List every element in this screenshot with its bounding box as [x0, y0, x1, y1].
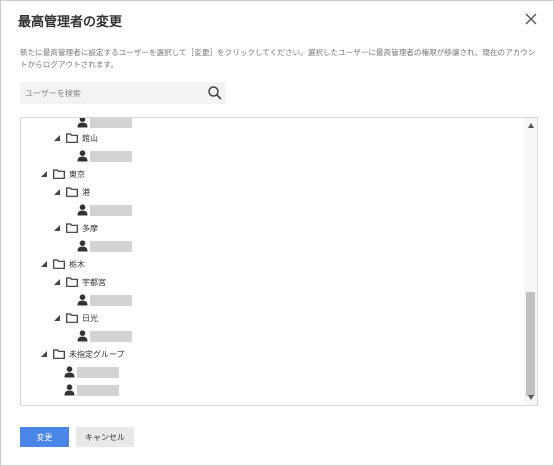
user-name-redacted — [90, 118, 132, 128]
expand-triangle-icon[interactable] — [41, 261, 47, 267]
folder-icon — [53, 169, 65, 179]
scroll-up-icon[interactable] — [528, 123, 534, 128]
user-icon — [77, 204, 88, 216]
expand-triangle-icon[interactable] — [54, 315, 60, 321]
search-icon[interactable] — [207, 85, 223, 101]
folder-label: 多摩 — [82, 223, 98, 233]
expand-triangle-icon[interactable] — [41, 351, 47, 357]
user-icon — [77, 118, 88, 128]
user-icon — [64, 384, 75, 396]
folder-icon — [66, 313, 78, 323]
tree-user-row[interactable] — [64, 365, 119, 379]
scroll-down-icon[interactable] — [528, 395, 534, 400]
tree-folder-row[interactable]: 港 — [54, 185, 90, 199]
expand-triangle-icon[interactable] — [41, 171, 47, 177]
scrollbar-thumb[interactable] — [526, 292, 535, 396]
expand-triangle-icon[interactable] — [54, 135, 60, 141]
tree-scrollbar[interactable] — [524, 118, 537, 405]
close-icon[interactable] — [523, 11, 539, 27]
folder-label: 港 — [82, 187, 90, 197]
tree-user-row[interactable] — [64, 383, 119, 397]
folder-icon — [66, 133, 78, 143]
user-name-redacted — [90, 204, 132, 216]
expand-triangle-icon[interactable] — [54, 225, 60, 231]
folder-label: 宇都宮 — [82, 277, 106, 287]
tree-user-row[interactable] — [77, 203, 132, 217]
tree-folder-row[interactable]: 多摩 — [54, 221, 98, 235]
folder-icon — [53, 259, 65, 269]
folder-label: 未指定グループ — [69, 349, 125, 359]
user-search — [20, 82, 226, 104]
expand-triangle-icon[interactable] — [54, 189, 60, 195]
folder-label: 館山 — [82, 133, 98, 143]
folder-icon — [66, 187, 78, 197]
folder-label: 栃木 — [69, 259, 85, 269]
user-name-redacted — [90, 240, 132, 252]
folder-label: 東京 — [69, 169, 85, 179]
tree-folder-row[interactable]: 館山 — [54, 131, 98, 145]
tree-folder-row[interactable]: 東京 — [41, 167, 85, 181]
tree-user-row[interactable] — [77, 149, 132, 163]
dialog-description: 新たに最高管理者に設定するユーザーを選択して［変更］をクリックしてください。選択… — [20, 48, 536, 69]
tree-user-row[interactable] — [77, 293, 132, 307]
user-icon — [64, 366, 75, 378]
folder-icon — [53, 349, 65, 359]
user-icon — [77, 240, 88, 252]
user-icon — [77, 294, 88, 306]
folder-label: 日光 — [82, 313, 98, 323]
user-name-redacted — [77, 366, 119, 378]
dialog-title: 最高管理者の変更 — [18, 15, 123, 30]
user-name-redacted — [90, 330, 132, 342]
tree-user-row[interactable] — [77, 329, 132, 343]
tree-folder-row[interactable]: 栃木 — [41, 257, 85, 271]
user-name-redacted — [90, 294, 132, 306]
tree-folder-row[interactable]: 日光 — [54, 311, 98, 325]
tree-folder-row[interactable]: 未指定グループ — [41, 347, 125, 361]
tree-folder-row[interactable]: 宇都宮 — [54, 275, 106, 289]
admin-change-dialog: 最高管理者の変更 新たに最高管理者に設定するユーザーを選択して［変更］をクリック… — [0, 0, 554, 466]
change-button[interactable]: 変更 — [20, 427, 69, 447]
folder-icon — [66, 277, 78, 287]
expand-triangle-icon[interactable] — [54, 279, 60, 285]
cancel-button[interactable]: キャンセル — [76, 427, 134, 447]
user-icon — [77, 150, 88, 162]
folder-icon — [66, 223, 78, 233]
user-tree: 館山東京港多摩栃木宇都宮日光未指定グループ — [20, 117, 538, 406]
user-icon — [77, 330, 88, 342]
tree-user-row[interactable] — [77, 239, 132, 253]
search-input[interactable] — [20, 82, 200, 104]
user-name-redacted — [77, 384, 119, 396]
tree-user-row[interactable] — [77, 118, 132, 129]
user-name-redacted — [90, 150, 132, 162]
